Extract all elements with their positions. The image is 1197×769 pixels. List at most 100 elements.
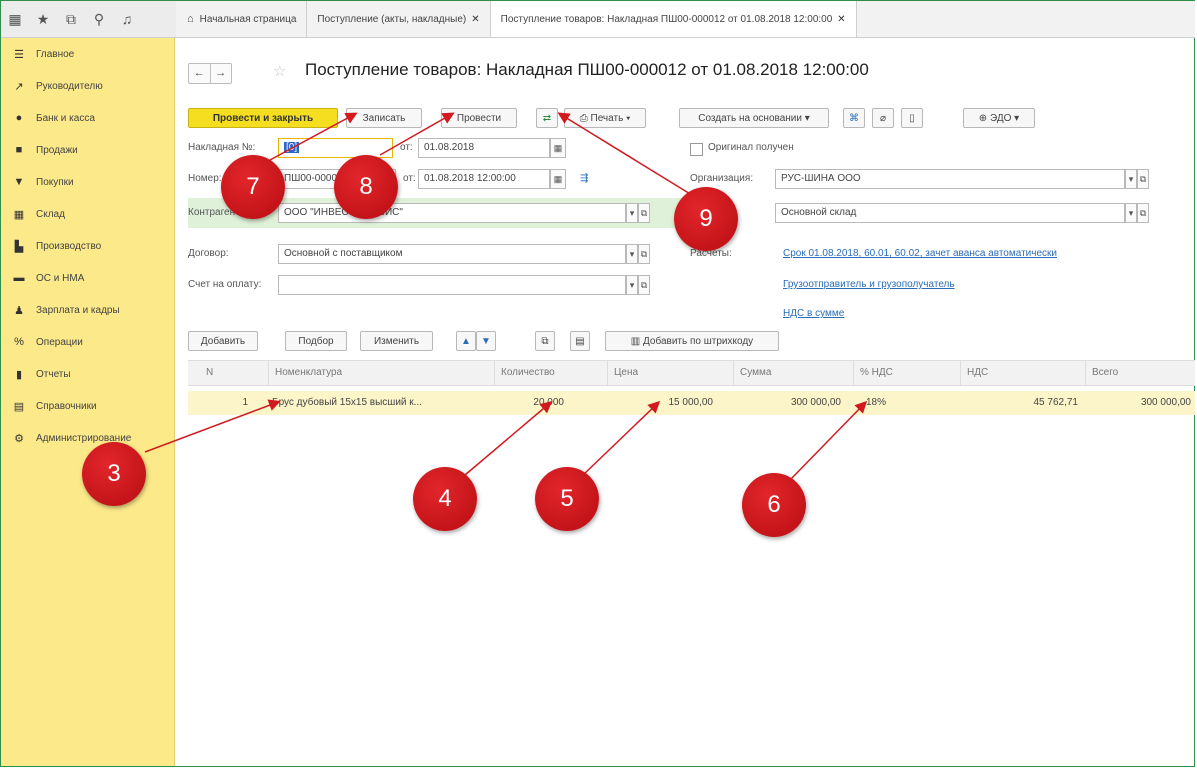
edo-button[interactable]: ⊕ ЭДО ▾ — [963, 108, 1035, 128]
sidebar-item[interactable]: % Операции — [1, 326, 174, 358]
sidebar-item-label: Склад — [36, 208, 65, 220]
copy-icon[interactable]: ⧉ — [535, 331, 555, 351]
column-header[interactable]: Номенклатура — [268, 361, 494, 385]
contractor-input[interactable]: ООО "ИНВЕСТ-СЕРВИС" — [278, 203, 626, 223]
create-based-button[interactable]: Создать на основании ▾ — [679, 108, 829, 128]
tab-receipts-list[interactable]: Поступление (акты, накладные) ✕ — [307, 1, 491, 37]
favorite-star-icon[interactable]: ☆ — [273, 62, 286, 80]
move-down-icon[interactable]: ▼ — [476, 331, 496, 351]
warehouse-input[interactable]: Основной склад — [775, 203, 1125, 223]
forward-button[interactable]: → — [211, 64, 232, 83]
organization-input[interactable]: РУС-ШИНА ООО — [775, 169, 1125, 189]
print-button[interactable]: ⎙ Печать ▾ — [564, 108, 646, 128]
file-icon[interactable]: ▯ — [901, 108, 923, 128]
structure-icon[interactable]: ⌘ — [843, 108, 865, 128]
sidebar-item-label: Производство — [36, 240, 102, 252]
main-content: ← → ☆ Поступление товаров: Накладная ПШ0… — [175, 38, 1195, 766]
sidebar-item[interactable]: ♟ Зарплата и кадры — [1, 294, 174, 326]
apps-icon[interactable]: ▦ — [1, 1, 29, 37]
tab-receipt-document[interactable]: Поступление товаров: Накладная ПШ00-0000… — [490, 1, 857, 37]
cell-sum: 300 000,00 — [790, 397, 841, 408]
save-button[interactable]: Записать — [346, 108, 422, 128]
calendar-icon[interactable]: ▦ — [550, 138, 566, 158]
sidebar-item-label: Покупки — [36, 176, 74, 188]
dropdown-icon[interactable]: ▾ — [626, 244, 638, 264]
organization-label: Организация: — [690, 173, 754, 184]
datetime-input[interactable]: 01.08.2018 12:00:00 — [418, 169, 550, 189]
annotation-badge-5: 5 — [535, 467, 599, 531]
tab-home[interactable]: ⌂ Начальная страница — [177, 1, 308, 37]
chevron-down-icon: ▾ — [1014, 113, 1020, 124]
barcode-icon: ▥ — [630, 336, 641, 347]
post-and-close-button[interactable]: Провести и закрыть — [188, 108, 338, 128]
column-header[interactable]: % НДС — [853, 361, 960, 385]
sidebar-item[interactable]: ☰ Главное — [1, 38, 174, 70]
column-header[interactable]: N — [188, 361, 268, 385]
history-icon[interactable]: ⧉ — [57, 1, 85, 37]
annotation-badge-6: 6 — [742, 473, 806, 537]
open-icon[interactable]: ⧉ — [638, 203, 650, 223]
column-header[interactable]: Цена — [607, 361, 733, 385]
back-button[interactable]: ← — [189, 64, 211, 83]
invoice-date-input[interactable]: 01.08.2018 — [418, 138, 550, 158]
column-header[interactable]: Количество — [494, 361, 607, 385]
edit-number-icon[interactable]: ⇶ — [580, 173, 588, 184]
dropdown-icon[interactable]: ▾ — [1125, 203, 1137, 223]
original-received-label: Оригинал получен — [708, 142, 794, 153]
sidebar-item-icon: ▙ — [14, 240, 24, 253]
top-icons: ▦ ★ ⧉ ⚲ ♫ — [1, 1, 176, 37]
change-button[interactable]: Изменить — [360, 331, 433, 351]
annotation-badge-9: 9 — [674, 187, 738, 251]
payment-invoice-input[interactable] — [278, 275, 626, 295]
attach-icon[interactable]: ⌀ — [872, 108, 894, 128]
open-icon[interactable]: ⧉ — [638, 275, 650, 295]
search-icon[interactable]: ⚲ — [85, 1, 113, 37]
open-icon[interactable]: ⧉ — [638, 244, 650, 264]
column-header[interactable]: НДС — [960, 361, 1085, 385]
printer-icon: ⎙ — [579, 113, 588, 124]
sidebar-item[interactable]: ■ Продажи — [1, 134, 174, 166]
close-icon[interactable]: ✕ — [837, 14, 845, 25]
consignor-link[interactable]: Грузоотправитель и грузополучатель — [783, 279, 955, 290]
invoice-number-input[interactable]: [0] — [278, 138, 393, 158]
sidebar-item[interactable]: ⚙ Администрирование — [1, 422, 174, 454]
sidebar-item-icon: ● — [15, 112, 23, 124]
open-icon[interactable]: ⧉ — [1137, 203, 1149, 223]
contract-input[interactable]: Основной с поставщиком — [278, 244, 626, 264]
vat-in-sum-link[interactable]: НДС в сумме — [783, 308, 844, 319]
table-row[interactable]: 1 Брус дубовый 15х15 высший к... 20,000 … — [188, 391, 1195, 415]
close-icon[interactable]: ✕ — [471, 14, 479, 25]
print-label: Печать — [590, 113, 624, 124]
sidebar-item[interactable]: ▤ Справочники — [1, 390, 174, 422]
calendar-icon[interactable]: ▦ — [550, 169, 566, 189]
tab-label: Поступление товаров: Накладная ПШ00-0000… — [500, 13, 833, 25]
move-up-icon[interactable]: ▲ — [456, 331, 476, 351]
open-icon[interactable]: ⧉ — [1137, 169, 1149, 189]
sidebar-item[interactable]: ↗ Руководителю — [1, 70, 174, 102]
dropdown-icon[interactable]: ▾ — [626, 203, 638, 223]
sidebar-item[interactable]: ● Банк и касса — [1, 102, 174, 134]
tab-bar: ⌂ Начальная страница Поступление (акты, … — [177, 1, 857, 37]
sidebar-item-icon: ♟ — [14, 304, 24, 317]
column-header[interactable]: Сумма — [733, 361, 853, 385]
original-received-checkbox[interactable] — [690, 143, 703, 156]
add-by-barcode-button[interactable]: ▥ Добавить по штрихкоду — [605, 331, 779, 351]
sidebar-item[interactable]: ▬ ОС и НМА — [1, 262, 174, 294]
sidebar-item[interactable]: ▼ Покупки — [1, 166, 174, 198]
bell-icon[interactable]: ♫ — [113, 1, 141, 37]
annotation-badge-8: 8 — [334, 155, 398, 219]
post-button[interactable]: Провести — [441, 108, 517, 128]
dropdown-icon[interactable]: ▾ — [626, 275, 638, 295]
star-icon[interactable]: ★ — [29, 1, 57, 37]
settlements-link[interactable]: Срок 01.08.2018, 60.01, 60.02, зачет ава… — [783, 248, 1057, 259]
sidebar-item[interactable]: ▙ Производство — [1, 230, 174, 262]
dropdown-icon[interactable]: ▾ — [1125, 169, 1137, 189]
delete-icon[interactable]: ▤ — [570, 331, 590, 351]
sidebar-item[interactable]: ▮ Отчеты — [1, 358, 174, 390]
pick-button[interactable]: Подбор — [285, 331, 347, 351]
datetime-from-label: от: — [403, 173, 416, 184]
dt-kt-icon[interactable]: ⇄ — [536, 108, 558, 128]
sidebar-item[interactable]: ▦ Склад — [1, 198, 174, 230]
add-row-button[interactable]: Добавить — [188, 331, 258, 351]
column-header[interactable]: Всего — [1085, 361, 1195, 385]
